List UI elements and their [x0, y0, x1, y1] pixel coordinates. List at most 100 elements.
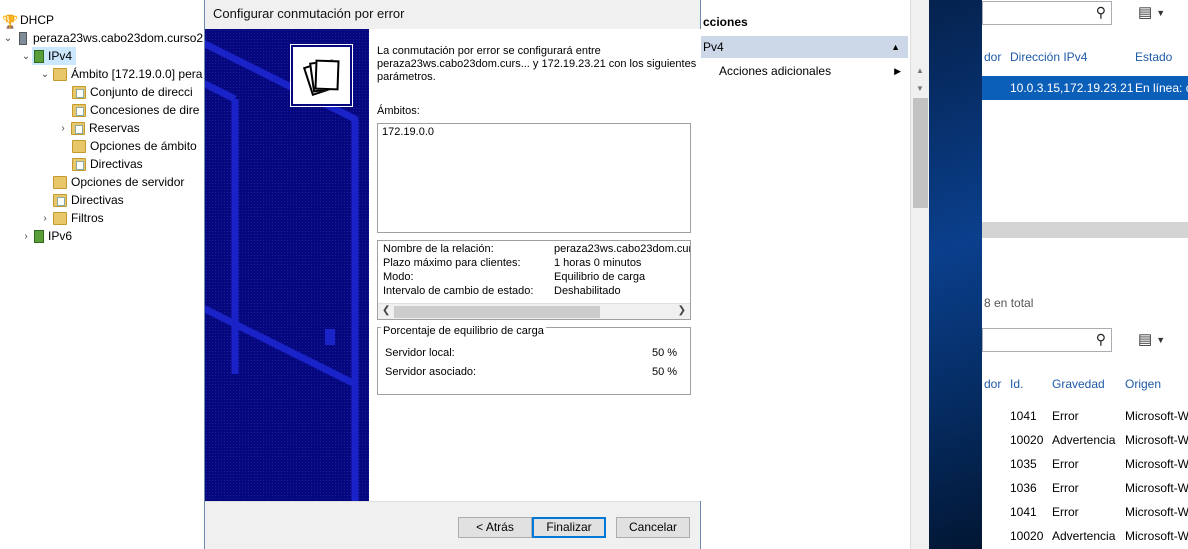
event-severity: Error — [1052, 457, 1079, 471]
chevron-right-icon[interactable]: › — [57, 123, 69, 134]
event-id: 1035 — [1010, 457, 1037, 471]
properties-listbox[interactable]: Nombre de la relación: peraza23ws.cabo23… — [377, 240, 691, 320]
column-header-id[interactable]: Id. — [1010, 377, 1023, 391]
folder-icon — [72, 139, 86, 153]
scrollbar-thumb[interactable] — [913, 98, 928, 208]
event-row[interactable]: 10020 Advertencia Microsoft-W — [982, 429, 1188, 453]
ipv6-icon — [34, 229, 44, 243]
event-source: Microsoft-W — [1125, 457, 1188, 471]
event-id: 1036 — [1010, 481, 1037, 495]
desktop-background — [929, 0, 982, 549]
dialog-content: La conmutación por error se configurará … — [369, 29, 701, 501]
property-key: Modo: — [383, 271, 414, 283]
scopes-listbox[interactable]: 172.19.0.0 — [377, 123, 691, 233]
local-server-label: Servidor local: — [385, 347, 455, 359]
event-row[interactable]: 1041 Error Microsoft-W — [982, 501, 1188, 525]
tree-node-dhcp[interactable]: 🏆 DHCP — [2, 11, 54, 29]
event-source: Microsoft-W — [1125, 409, 1188, 423]
tree-label-pool: Conjunto de direcci — [90, 85, 193, 99]
intro-text: La conmutación por error se configurará … — [377, 45, 697, 83]
collapse-icon[interactable]: ▲ — [891, 36, 900, 58]
tree-node-scope-options[interactable]: Opciones de ámbito — [70, 137, 197, 155]
server-row-selected[interactable]: 10.0.3.15,172.19.23.21 En línea: c — [982, 76, 1188, 100]
scroll-left-icon[interactable]: ❮ — [382, 305, 390, 316]
scrollbar-thumb[interactable] — [394, 306, 600, 318]
horizontal-scrollbar[interactable]: ❮ ❯ — [378, 303, 690, 319]
property-key: Plazo máximo para clientes: — [383, 257, 521, 269]
chevron-down-icon: ▼ — [1156, 335, 1166, 346]
tree-label-ipv6: IPv6 — [48, 229, 73, 243]
finish-button[interactable]: Finalizar — [532, 517, 606, 538]
scope-item[interactable]: 172.19.0.0 — [378, 124, 690, 140]
tree-node-server-options[interactable]: Opciones de servidor — [51, 173, 184, 191]
servers-view-button[interactable]: ▤ ▼ — [1138, 3, 1178, 25]
dialog-footer: < Atrás Finalizar Cancelar — [205, 501, 700, 549]
tree-node-ipv6[interactable]: › IPv6 — [20, 227, 72, 245]
event-row[interactable]: 1036 Error Microsoft-W — [982, 477, 1188, 501]
event-row[interactable]: 1035 Error Microsoft-W — [982, 453, 1188, 477]
actions-group-ipv4[interactable]: Pv4 ▲ — [700, 36, 908, 58]
chevron-down-icon[interactable]: ⌄ — [20, 51, 32, 62]
dialog-title: Configurar conmutación por error — [213, 6, 405, 21]
event-source: Microsoft-W — [1125, 505, 1188, 519]
scroll-right-icon[interactable]: ❯ — [678, 305, 686, 316]
scroll-down-icon[interactable]: ▼ — [911, 84, 929, 93]
ipv4-icon — [34, 49, 44, 63]
dhcp-icon: 🏆 — [2, 13, 19, 29]
tree-node-scope-policies[interactable]: Directivas — [70, 155, 143, 173]
chevron-down-icon[interactable]: ⌄ — [2, 33, 14, 44]
cancel-button[interactable]: Cancelar — [616, 517, 690, 538]
event-severity: Error — [1052, 409, 1079, 423]
column-header[interactable]: dor — [984, 377, 1001, 391]
servers-search-input[interactable]: ⚲ — [982, 1, 1112, 25]
chevron-right-icon[interactable]: › — [39, 213, 51, 224]
more-actions-item[interactable]: Acciones adicionales ▶ — [719, 62, 907, 80]
tree-node-pool[interactable]: Conjunto de direcci — [70, 83, 193, 101]
scopes-label: Ámbitos: — [377, 105, 420, 117]
server-status: En línea: c — [1135, 81, 1188, 95]
more-actions-label: Acciones adicionales — [719, 64, 832, 78]
tree-label-ipv4: IPv4 — [48, 49, 73, 63]
chevron-right-icon[interactable]: › — [20, 231, 32, 242]
chevron-down-icon[interactable]: ⌄ — [39, 69, 51, 80]
actions-header: cciones — [703, 15, 748, 29]
magnifier-icon[interactable]: ⚲ — [1096, 4, 1106, 21]
tree-node-ipv4[interactable]: ⌄ IPv4 — [20, 47, 77, 65]
magnifier-icon[interactable]: ⚲ — [1096, 331, 1106, 348]
wizard-banner — [205, 29, 369, 501]
tree-node-filters[interactable]: › Filtros — [39, 209, 103, 227]
tree-node-scope[interactable]: ⌄ Ámbito [172.19.0.0] pera — [39, 65, 203, 83]
column-header-ipv4[interactable]: Dirección IPv4 — [1010, 50, 1087, 64]
events-search-input[interactable]: ⚲ — [982, 328, 1112, 352]
event-source: Microsoft-W — [1125, 433, 1188, 447]
event-row[interactable]: 10020 Advertencia Microsoft-W — [982, 525, 1188, 549]
tree-label-server-options: Opciones de servidor — [71, 175, 185, 189]
events-view-button[interactable]: ▤ ▼ — [1138, 330, 1178, 352]
policies-icon — [72, 157, 86, 171]
column-header-status[interactable]: Estado — [1135, 50, 1172, 64]
policies-icon — [53, 193, 67, 207]
event-row[interactable]: 1041 Error Microsoft-W — [982, 405, 1188, 429]
actions-group-label: Pv4 — [703, 40, 724, 54]
property-key: Intervalo de cambio de estado: — [383, 285, 534, 297]
back-button[interactable]: < Atrás — [458, 517, 532, 538]
tree-node-policies[interactable]: Directivas — [51, 191, 124, 209]
wizard-folder-icon — [290, 44, 353, 107]
actions-pane: cciones Pv4 ▲ Acciones adicionales ▶ — [700, 0, 910, 549]
leases-icon — [72, 103, 86, 117]
tree-node-leases[interactable]: Concesiones de dire — [70, 101, 199, 119]
column-header[interactable]: dor — [984, 50, 1001, 64]
tree-node-server[interactable]: ⌄ peraza23ws.cabo23dom.curso2 — [2, 29, 203, 47]
column-header-source[interactable]: Origen — [1125, 377, 1161, 391]
tree-label-scope-policies: Directivas — [90, 157, 143, 171]
filter-icon — [53, 211, 67, 225]
column-header-severity[interactable]: Gravedad — [1052, 377, 1105, 391]
list-view-icon: ▤ — [1138, 4, 1153, 21]
local-server-row: Servidor local: 50 % — [385, 347, 677, 359]
chevron-down-icon: ▼ — [1156, 8, 1166, 19]
vertical-scrollbar[interactable]: ▲ ▼ — [910, 0, 929, 549]
tree-node-reservations[interactable]: › Reservas — [57, 119, 139, 137]
scroll-up-icon[interactable]: ▲ — [911, 66, 929, 75]
property-value: 1 horas 0 minutos — [554, 257, 642, 269]
total-count: 8 en total — [984, 296, 1034, 310]
